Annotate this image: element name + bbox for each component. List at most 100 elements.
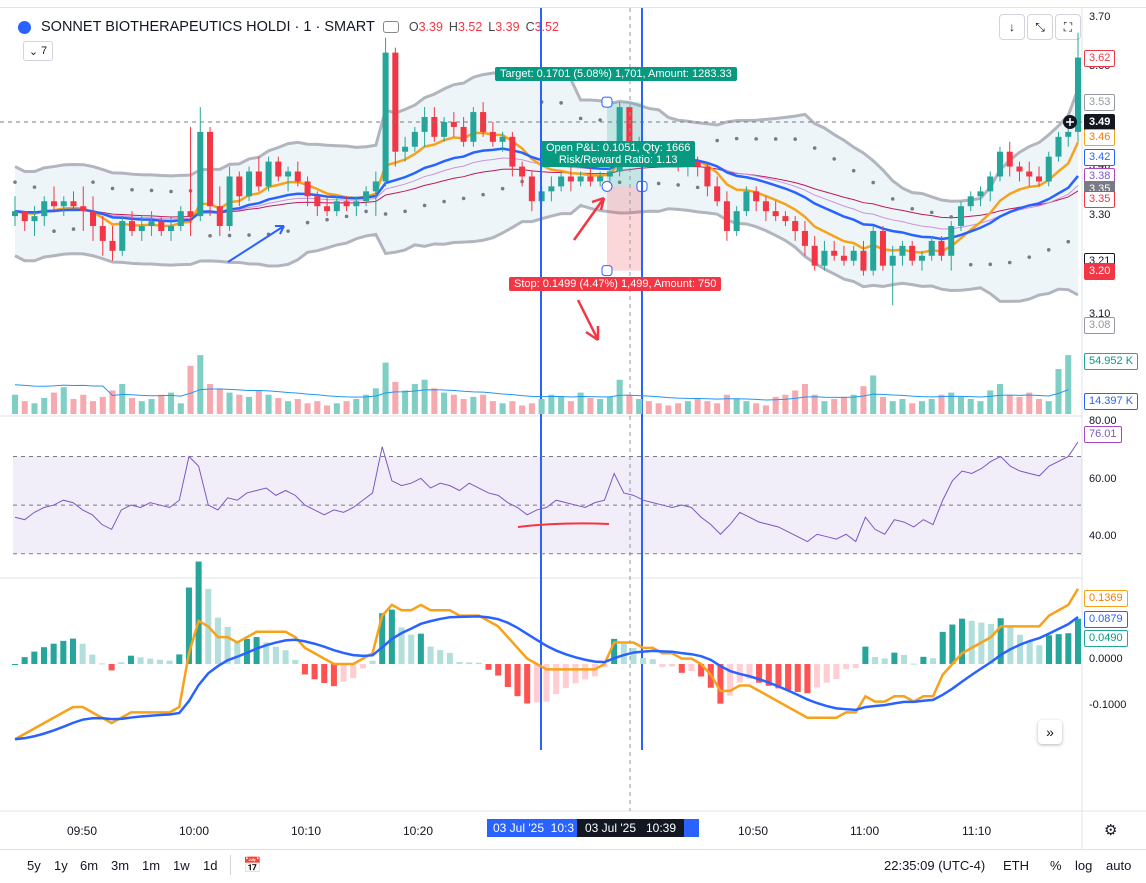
- sar-dot: [637, 180, 641, 185]
- macd-histogram-bar: [79, 643, 86, 664]
- chart-canvas[interactable]: [0, 0, 1146, 882]
- macd-histogram-bar: [978, 622, 985, 664]
- candle-body: [31, 216, 38, 222]
- pnl-line: Open P&L: 0.1051, Qty: 1666: [546, 142, 691, 154]
- sar-dot: [890, 197, 895, 201]
- sar-dot: [169, 189, 173, 194]
- macd-histogram-bar: [417, 633, 424, 664]
- candle-body: [987, 176, 994, 192]
- macd-histogram-bar: [804, 664, 811, 694]
- candle-body: [314, 196, 321, 207]
- pnl-label[interactable]: Open P&L: 0.1051, Qty: 1666 Risk/Reward …: [541, 141, 696, 167]
- range-1y[interactable]: 1y: [54, 858, 68, 873]
- sar-dot: [520, 179, 524, 184]
- sar-dot: [208, 233, 212, 238]
- time-label-crosshair: 03 Jul '25 10:39: [577, 819, 685, 837]
- sar-dot: [559, 101, 563, 105]
- eye-icon[interactable]: [382, 21, 399, 33]
- settings-gear-icon[interactable]: ⚙: [1104, 821, 1117, 839]
- candle-body: [792, 221, 799, 231]
- volume-bar: [382, 362, 389, 414]
- macd-histogram-bar: [330, 664, 337, 687]
- rsi-tick: 60.00: [1089, 473, 1117, 485]
- candle-body: [801, 230, 808, 246]
- sar-dot: [832, 157, 836, 161]
- macd-histogram-bar: [437, 650, 444, 664]
- macd-histogram-bar: [553, 664, 560, 695]
- ema-slowest: [14, 166, 1079, 219]
- calendar-goto-icon[interactable]: 📅: [243, 856, 262, 874]
- volume-bar: [41, 397, 48, 414]
- volume-bar: [226, 392, 233, 414]
- position-handle: [601, 96, 613, 108]
- macd-histogram-bar: [727, 664, 734, 696]
- session-eth[interactable]: ETH: [1003, 858, 1029, 873]
- sar-dot: [383, 212, 388, 216]
- range-1w[interactable]: 1w: [173, 858, 190, 873]
- macd-histogram-bar: [31, 651, 38, 664]
- auto-toggle[interactable]: auto: [1106, 858, 1131, 873]
- volume-bar: [840, 396, 847, 414]
- candle-body: [294, 171, 301, 182]
- macd-histogram-bar: [340, 664, 347, 682]
- sar-dot: [871, 180, 876, 185]
- volume-bar: [158, 394, 165, 414]
- indicators-toggle[interactable]: ⌄ 7: [23, 41, 53, 61]
- range-3m[interactable]: 3m: [111, 858, 129, 873]
- volume-ma-label: 14.397 K: [1084, 393, 1139, 410]
- volume-bar: [860, 386, 867, 414]
- divider: [230, 855, 231, 875]
- candle-body: [80, 206, 87, 212]
- candle-body: [421, 117, 428, 132]
- log-toggle[interactable]: log: [1075, 858, 1092, 873]
- percent-toggle[interactable]: %: [1050, 858, 1062, 873]
- candle-body: [460, 126, 467, 142]
- range-1m[interactable]: 1m: [142, 858, 160, 873]
- macd-histogram-bar: [1055, 634, 1062, 664]
- candle-body: [967, 196, 974, 207]
- rsi-tick: 40.00: [1089, 530, 1117, 542]
- candle-body: [1016, 166, 1023, 172]
- collapse-icon[interactable]: ⤡: [1027, 14, 1053, 40]
- candle-body: [694, 161, 701, 167]
- volume-bar: [723, 394, 730, 414]
- range-1d[interactable]: 1d: [203, 858, 217, 873]
- volume-label: 54.952 K: [1084, 353, 1139, 370]
- volume-bar: [918, 401, 925, 414]
- candle-body: [1045, 156, 1052, 182]
- range-5y[interactable]: 5y: [27, 858, 41, 873]
- macd-tick: -0.1000: [1089, 699, 1127, 711]
- volume-bar: [246, 396, 253, 414]
- fullscreen-icon[interactable]: ⛶: [1055, 14, 1081, 40]
- candle-body: [70, 201, 77, 207]
- clock-time[interactable]: 22:35:09 (UTC-4): [884, 858, 985, 873]
- arrow-down-icon[interactable]: ↓: [999, 14, 1025, 40]
- trend-arrow-blue: [227, 225, 285, 263]
- candle-body: [860, 250, 867, 271]
- bollinger-fill: [15, 71, 1078, 302]
- candle-body: [548, 186, 555, 192]
- symbol-title[interactable]: SONNET BIOTHERAPEUTICS HOLDI · 1 · SMART: [41, 19, 375, 35]
- chevron-down-icon: ⌄: [28, 45, 39, 58]
- macd-histogram-bar: [350, 664, 357, 679]
- candle-body: [41, 201, 48, 217]
- symbol-header[interactable]: SONNET BIOTHERAPEUTICS HOLDI · 1 · SMART…: [18, 16, 565, 38]
- macd-histogram-bar: [717, 664, 724, 704]
- volume-bar: [811, 394, 818, 414]
- range-6m[interactable]: 6m: [80, 858, 98, 873]
- volume-bar: [1055, 369, 1062, 414]
- macd-histogram-bar: [852, 664, 859, 669]
- candle-body: [1055, 136, 1062, 157]
- ohlc-readout: O3.39 H3.52 L3.39 C3.52: [409, 20, 565, 34]
- macd-histogram-bar: [930, 658, 937, 664]
- ohlc-key: H: [448, 20, 458, 34]
- candle-body: [957, 206, 964, 227]
- sar-dot: [13, 180, 17, 184]
- macd-histogram-bar: [543, 664, 550, 702]
- candle-body: [528, 176, 535, 202]
- expand-chevrons-icon[interactable]: »: [1038, 720, 1062, 744]
- stop-label[interactable]: Stop: 0.1499 (4.47%) 1,499, Amount: 750: [509, 277, 722, 291]
- price-label: 3.42: [1084, 148, 1116, 166]
- volume-bar: [489, 401, 496, 414]
- target-label[interactable]: Target: 0.1701 (5.08%) 1,701, Amount: 12…: [495, 67, 737, 81]
